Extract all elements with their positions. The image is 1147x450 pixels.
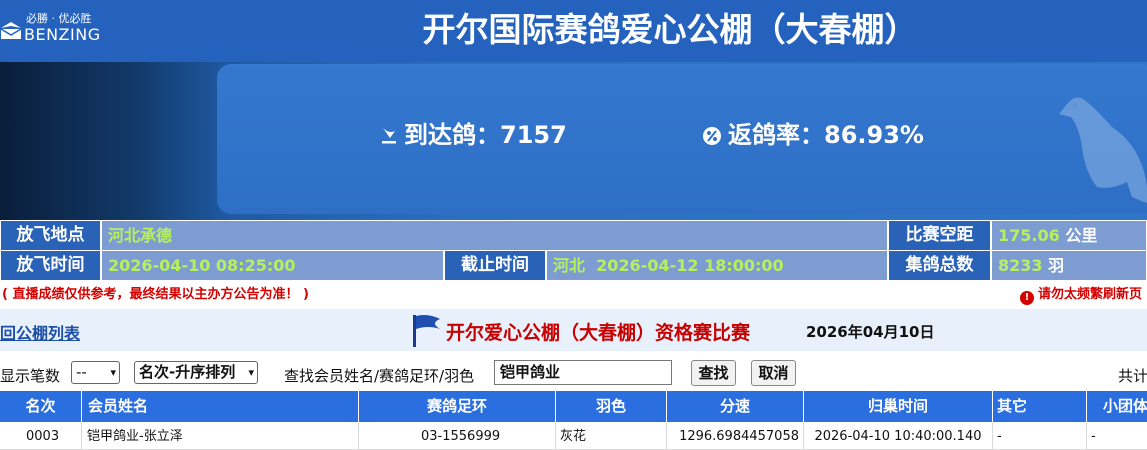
page: 必勝 · 优必胜 BENZING 开尔国际赛鸽爱心公棚（大春棚） 到达鸽：715… bbox=[0, 0, 1147, 450]
distance-value: 175.06 bbox=[998, 226, 1060, 245]
distance-value-cell: 175.06 公里（KM） bbox=[991, 220, 1147, 274]
col-small-group[interactable]: 小团体 bbox=[1087, 391, 1147, 422]
total-pigeons-value: 8233 bbox=[998, 256, 1043, 275]
cell-small-group: - bbox=[1091, 429, 1096, 444]
return-rate-label: 返鸽率： bbox=[728, 121, 824, 149]
release-time-value: 2026-04-10 08:25:00 bbox=[101, 250, 444, 281]
cell-arrival-time: 2026-04-10 10:40:00.140 bbox=[804, 422, 993, 450]
show-count-value: -- bbox=[76, 363, 87, 381]
benzing-logo-icon bbox=[0, 22, 22, 39]
cell-member-name: 铠甲鸽业-张立泽 bbox=[82, 422, 359, 450]
col-ring-number[interactable]: 赛鸽足环 bbox=[359, 391, 556, 422]
col-other[interactable]: 其它 bbox=[993, 391, 1087, 422]
results-toolbar: 显示笔数 -- ▾ 名次-升序排列 ▾ 查找会员姓名/赛鸽足环/羽色 铠甲鸽业 查找… bbox=[0, 356, 1147, 390]
sort-select[interactable]: 名次-升序排列 ▾ bbox=[134, 361, 258, 384]
release-place-label: 放飞地点 bbox=[0, 220, 101, 251]
col-member-name[interactable]: 会员姓名 bbox=[82, 391, 359, 422]
info-row-release-time: 放飞时间 2026-04-10 08:25:00 截止时间 河北 2026-04… bbox=[0, 250, 1147, 281]
notice-bar: ( 直播成绩仅供参考，最终结果以主办方公告为准！ ) ! 请勿太频繁刷新页 bbox=[0, 283, 1147, 307]
stats-banner: 到达鸽：7157 返鸽率：86.93% bbox=[0, 62, 1147, 220]
total-count-text: 共计 bbox=[1118, 367, 1147, 385]
flag-icon bbox=[413, 315, 440, 347]
cell-speed: 1296.6984457058 bbox=[667, 422, 804, 450]
release-time-label: 放飞时间 bbox=[0, 250, 101, 281]
show-count-label: 显示笔数 bbox=[0, 367, 61, 385]
arrived-stat: 到达鸽：7157 bbox=[380, 118, 567, 152]
results-table-header: 名次 会员姓名 赛鸽足环 羽色 分速 归巢时间 其它 小团体 bbox=[0, 391, 1147, 422]
distance-label: 比赛空距 bbox=[888, 220, 991, 251]
percent-icon bbox=[703, 127, 721, 145]
logo-name: BENZING bbox=[24, 25, 101, 44]
cancel-button[interactable]: 取消 bbox=[751, 360, 796, 386]
pigeon-silhouette-icon bbox=[1059, 97, 1147, 204]
cell-rank: 0003 bbox=[0, 422, 82, 450]
total-pigeons-unit: 羽 bbox=[1048, 256, 1065, 275]
cell-feather-color: 灰花 bbox=[556, 422, 667, 450]
col-rank[interactable]: 名次 bbox=[0, 391, 82, 422]
col-arrival-time[interactable]: 归巢时间 bbox=[804, 391, 993, 422]
cell-other: - bbox=[993, 422, 1087, 450]
deadline-label: 截止时间 bbox=[444, 250, 546, 281]
pigeon-landing-icon bbox=[382, 128, 396, 144]
refresh-warning: ! 请勿太频繁刷新页 bbox=[1020, 283, 1142, 307]
sort-value: 名次-升序排列 bbox=[139, 363, 236, 381]
page-header: 必勝 · 优必胜 BENZING 开尔国际赛鸽爱心公棚（大春棚） bbox=[0, 0, 1147, 62]
chevron-down-icon: ▾ bbox=[248, 366, 254, 379]
col-feather-color[interactable]: 羽色 bbox=[556, 391, 667, 422]
page-title: 开尔国际赛鸽爱心公棚（大春棚） bbox=[422, 10, 918, 49]
deadline-value: 2026-04-12 18:00:00 bbox=[596, 256, 784, 275]
total-pigeons-cell: 8233 羽 bbox=[991, 250, 1147, 281]
arrived-value: 7157 bbox=[500, 121, 567, 149]
deadline-region: 河北 bbox=[553, 256, 586, 275]
race-title: 开尔爱心公棚（大春棚）资格赛比赛 bbox=[446, 322, 751, 344]
deadline-value-cell: 河北 2026-04-12 18:00:00 bbox=[546, 250, 888, 281]
return-rate-stat: 返鸽率：86.93% bbox=[702, 118, 924, 152]
warning-icon: ! bbox=[1020, 291, 1034, 305]
disclaimer-text: ( 直播成绩仅供参考，最终结果以主办方公告为准！ ) bbox=[2, 287, 309, 302]
stats-card: 到达鸽：7157 返鸽率：86.93% bbox=[217, 64, 1147, 214]
search-label: 查找会员姓名/赛鸽足环/羽色 bbox=[284, 367, 475, 385]
chevron-down-icon: ▾ bbox=[110, 366, 116, 379]
table-row[interactable]: 0003 铠甲鸽业-张立泽 03-1556999 灰花 1296.6984457… bbox=[0, 422, 1147, 450]
info-row-release-place: 放飞地点 河北承德 比赛空距 175.06 公里（KM） bbox=[0, 220, 1147, 274]
refresh-warning-text: 请勿太频繁刷新页 bbox=[1038, 287, 1143, 302]
search-button[interactable]: 查找 bbox=[691, 360, 736, 386]
arrived-label: 到达鸽： bbox=[404, 121, 500, 149]
total-pigeons-label: 集鸽总数 bbox=[888, 250, 991, 281]
cell-ring-number: 03-1556999 bbox=[359, 422, 556, 450]
search-input[interactable]: 铠甲鸽业 bbox=[494, 360, 672, 385]
brand-logo[interactable]: 必勝 · 优必胜 BENZING bbox=[0, 10, 110, 46]
col-speed[interactable]: 分速 bbox=[667, 391, 804, 422]
back-to-loft-list-link[interactable]: 回公棚列表 bbox=[0, 320, 80, 344]
logo-slogan: 必勝 · 优必胜 bbox=[26, 12, 92, 25]
release-place-value: 河北承德 bbox=[101, 220, 888, 251]
show-count-select[interactable]: -- ▾ bbox=[71, 361, 120, 384]
race-subheader: 回公棚列表 开尔爱心公棚（大春棚）资格赛比赛 2026年04月10日 bbox=[0, 309, 1147, 351]
race-date: 2026年04月10日 bbox=[806, 323, 935, 341]
return-rate-value: 86.93% bbox=[824, 121, 924, 149]
